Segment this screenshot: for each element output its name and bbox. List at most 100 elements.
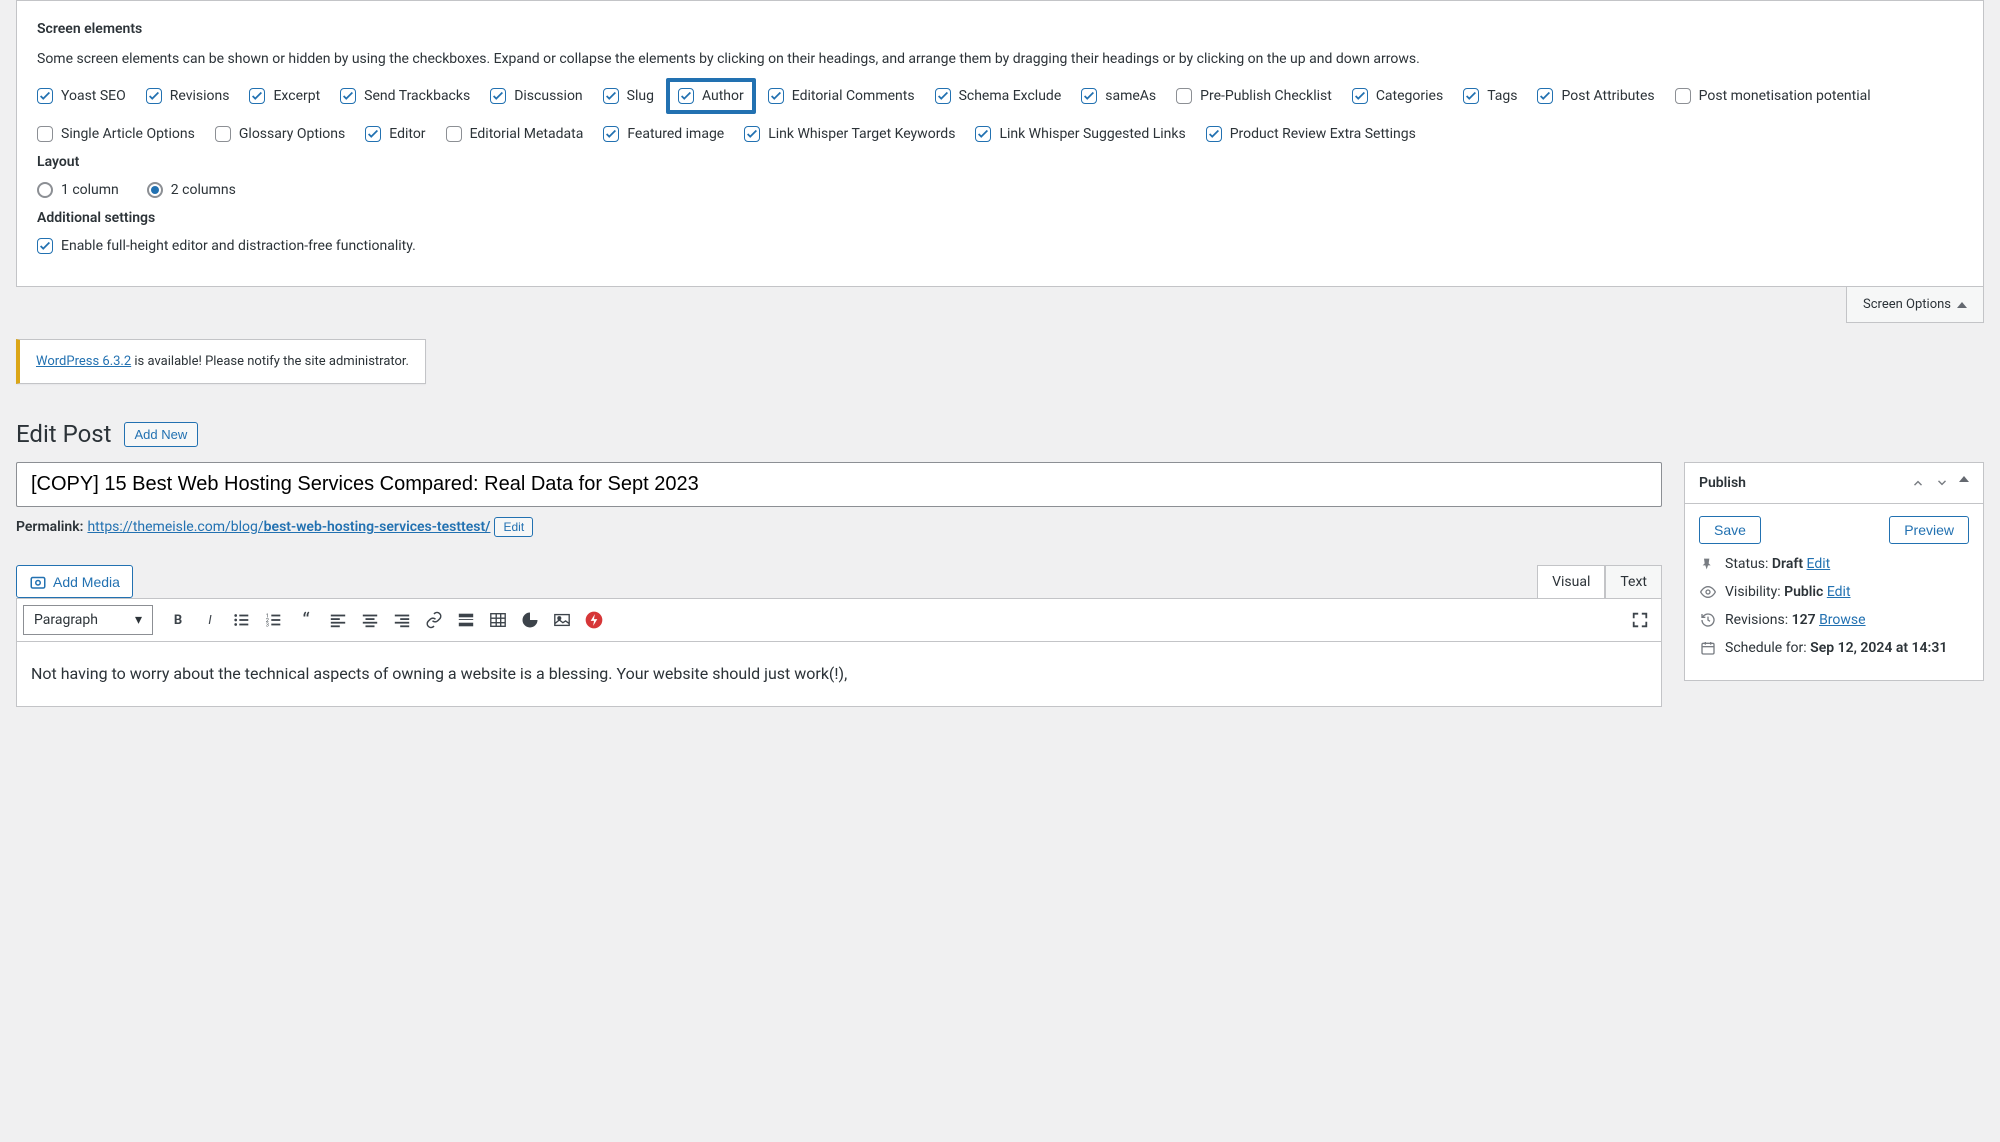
screen-elem-revisions[interactable]: Revisions bbox=[146, 84, 230, 108]
post-title-input[interactable] bbox=[16, 462, 1662, 507]
screen-elem-post-attributes[interactable]: Post Attributes bbox=[1537, 84, 1654, 108]
eye-icon bbox=[1699, 584, 1717, 600]
editor-content-area[interactable]: Not having to worry about the technical … bbox=[16, 642, 1662, 707]
align-left-button[interactable] bbox=[323, 605, 353, 635]
editor-toolbar: Paragraph ▾ B I 123 “ bbox=[16, 598, 1662, 642]
italic-button[interactable]: I bbox=[195, 605, 225, 635]
chevron-up-icon[interactable] bbox=[1911, 476, 1925, 490]
layout-2col-label: 2 columns bbox=[171, 182, 236, 198]
screen-elem-featured-image[interactable]: Featured image bbox=[603, 126, 724, 142]
checkbox-label: Editor bbox=[389, 126, 425, 142]
bold-button[interactable]: B bbox=[163, 605, 193, 635]
checkbox-icon bbox=[446, 126, 462, 142]
link-button[interactable] bbox=[419, 605, 449, 635]
camera-music-icon bbox=[29, 573, 47, 591]
edit-permalink-button[interactable]: Edit bbox=[494, 517, 533, 537]
screen-elem-yoast-seo[interactable]: Yoast SEO bbox=[37, 84, 126, 108]
screen-elem-pre-publish-checklist[interactable]: Pre-Publish Checklist bbox=[1176, 84, 1332, 108]
add-new-button[interactable]: Add New bbox=[124, 422, 199, 447]
caret-down-icon: ▾ bbox=[135, 612, 142, 628]
image-icon-button[interactable] bbox=[547, 605, 577, 635]
screen-elem-author[interactable]: Author bbox=[666, 78, 756, 114]
history-icon bbox=[1699, 612, 1717, 628]
checkbox-icon bbox=[146, 88, 162, 104]
screen-elem-editor[interactable]: Editor bbox=[365, 126, 425, 142]
screen-elem-post-monetisation-potential[interactable]: Post monetisation potential bbox=[1675, 84, 1871, 108]
wp-core-update-link[interactable]: WordPress 6.3.2 bbox=[36, 354, 131, 369]
additional-settings-heading: Additional settings bbox=[37, 210, 1963, 226]
readmore-button[interactable] bbox=[451, 605, 481, 635]
checkbox-icon bbox=[1176, 88, 1192, 104]
triangle-toggle-icon[interactable] bbox=[1959, 476, 1969, 482]
screen-elem-tags[interactable]: Tags bbox=[1463, 84, 1517, 108]
checkbox-label: Post monetisation potential bbox=[1699, 88, 1871, 104]
preview-button[interactable]: Preview bbox=[1889, 516, 1969, 544]
checkbox-label: Product Review Extra Settings bbox=[1230, 126, 1416, 142]
screen-elem-excerpt[interactable]: Excerpt bbox=[249, 84, 320, 108]
screen-elem-editorial-comments[interactable]: Editorial Comments bbox=[768, 84, 915, 108]
layout-1col[interactable]: 1 column bbox=[37, 182, 119, 198]
format-select-value: Paragraph bbox=[34, 612, 98, 628]
checkbox-icon bbox=[1675, 88, 1691, 104]
checkbox-icon bbox=[1081, 88, 1097, 104]
checkbox-label: Tags bbox=[1487, 88, 1517, 104]
checkbox-label: Link Whisper Target Keywords bbox=[768, 126, 955, 142]
checkbox-label: Link Whisper Suggested Links bbox=[999, 126, 1185, 142]
add-media-button[interactable]: Add Media bbox=[16, 565, 133, 598]
flash-icon-button[interactable] bbox=[579, 605, 609, 635]
checkbox-icon bbox=[603, 126, 619, 142]
chevron-down-icon[interactable] bbox=[1935, 476, 1949, 490]
checkbox-icon bbox=[768, 88, 784, 104]
checkbox-icon bbox=[1352, 88, 1368, 104]
layout-2col[interactable]: 2 columns bbox=[147, 182, 236, 198]
visibility-edit-link[interactable]: Edit bbox=[1827, 584, 1851, 600]
screen-elem-discussion[interactable]: Discussion bbox=[490, 84, 582, 108]
status-value: Draft bbox=[1772, 556, 1803, 572]
permalink-link[interactable]: https://themeisle.com/blog/best-web-host… bbox=[87, 519, 490, 535]
screen-elem-product-review-extra-settings[interactable]: Product Review Extra Settings bbox=[1206, 126, 1416, 142]
revisions-count: 127 bbox=[1792, 612, 1816, 628]
checkbox-icon bbox=[744, 126, 760, 142]
align-right-button[interactable] bbox=[387, 605, 417, 635]
screen-elem-editorial-metadata[interactable]: Editorial Metadata bbox=[446, 126, 584, 142]
bullet-list-button[interactable] bbox=[227, 605, 257, 635]
tab-visual[interactable]: Visual bbox=[1537, 565, 1605, 598]
tab-text[interactable]: Text bbox=[1605, 565, 1662, 598]
status-edit-link[interactable]: Edit bbox=[1807, 556, 1831, 572]
screen-elem-schema-exclude[interactable]: Schema Exclude bbox=[935, 84, 1062, 108]
format-select[interactable]: Paragraph ▾ bbox=[23, 605, 153, 635]
align-center-button[interactable] bbox=[355, 605, 385, 635]
checkbox-label: Featured image bbox=[627, 126, 724, 142]
checkbox-label: Slug bbox=[627, 88, 654, 104]
table-button[interactable] bbox=[483, 605, 513, 635]
checkbox-icon bbox=[1537, 88, 1553, 104]
chart-icon-button[interactable] bbox=[515, 605, 545, 635]
screen-elem-sameas[interactable]: sameAs bbox=[1081, 84, 1156, 108]
checkbox-label: Pre-Publish Checklist bbox=[1200, 88, 1332, 104]
checkbox-label: Revisions bbox=[170, 88, 230, 104]
save-button[interactable]: Save bbox=[1699, 516, 1761, 544]
checkbox-label: Editorial Comments bbox=[792, 88, 915, 104]
fullheight-editor-checkbox[interactable]: Enable full-height editor and distractio… bbox=[37, 238, 416, 254]
checkbox-icon bbox=[678, 88, 694, 104]
revisions-label: Revisions: bbox=[1725, 612, 1792, 628]
fullscreen-button[interactable] bbox=[1625, 605, 1655, 635]
screen-elem-slug[interactable]: Slug bbox=[603, 84, 654, 108]
checkbox-label: Single Article Options bbox=[61, 126, 195, 142]
checkbox-label: Categories bbox=[1376, 88, 1443, 104]
blockquote-button[interactable]: “ bbox=[291, 605, 321, 635]
checkbox-icon bbox=[37, 126, 53, 142]
screen-options-tab-label: Screen Options bbox=[1863, 297, 1951, 312]
checkbox-label: Editorial Metadata bbox=[470, 126, 584, 142]
screen-elem-categories[interactable]: Categories bbox=[1352, 84, 1443, 108]
screen-options-tab[interactable]: Screen Options bbox=[1846, 287, 1984, 323]
screen-elem-link-whisper-suggested-links[interactable]: Link Whisper Suggested Links bbox=[975, 126, 1185, 142]
ordered-list-button[interactable]: 123 bbox=[259, 605, 289, 635]
screen-elem-single-article-options[interactable]: Single Article Options bbox=[37, 126, 195, 142]
screen-elem-glossary-options[interactable]: Glossary Options bbox=[215, 126, 345, 142]
checkbox-label: Discussion bbox=[514, 88, 582, 104]
screen-elem-send-trackbacks[interactable]: Send Trackbacks bbox=[340, 84, 470, 108]
browse-revisions-link[interactable]: Browse bbox=[1819, 612, 1865, 628]
screen-elem-link-whisper-target-keywords[interactable]: Link Whisper Target Keywords bbox=[744, 126, 955, 142]
layout-heading: Layout bbox=[37, 154, 1963, 170]
